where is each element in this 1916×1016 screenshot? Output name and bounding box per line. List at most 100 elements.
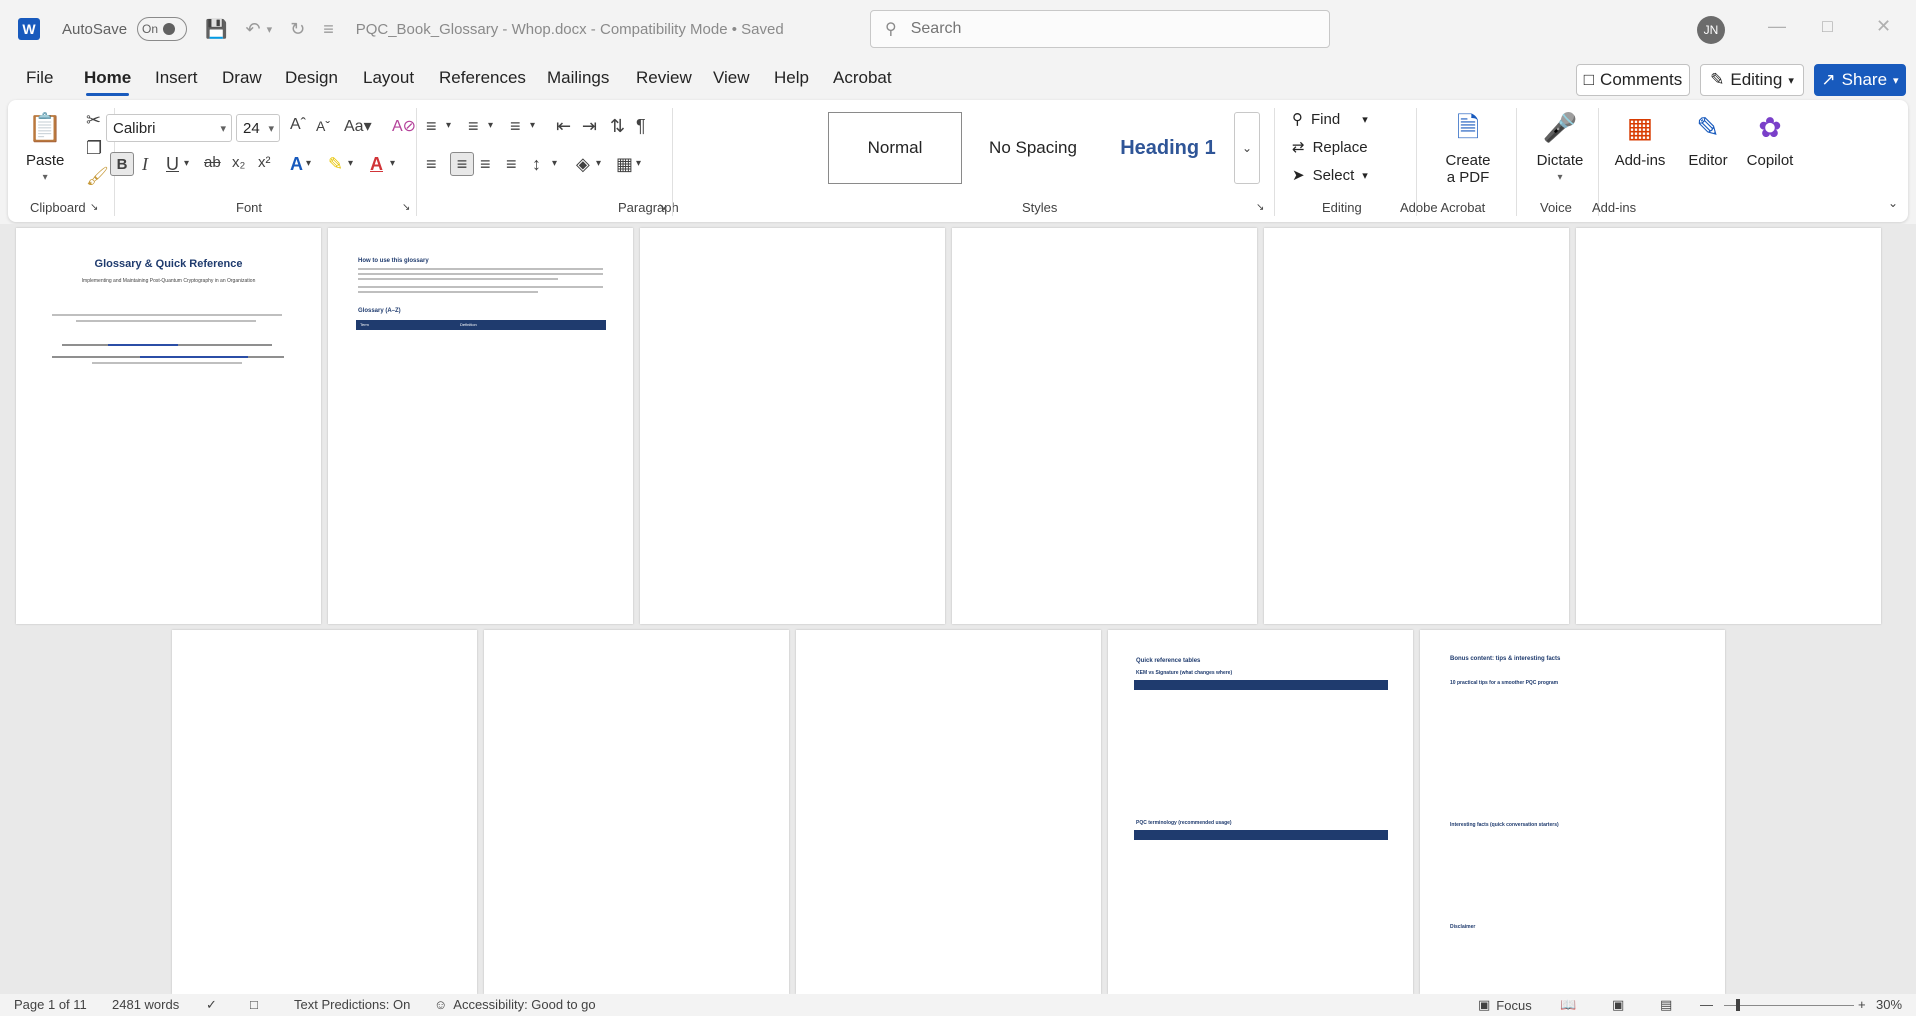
tab-draw[interactable]: Draw xyxy=(222,68,262,88)
paste-button[interactable]: 📋 Paste ▾ xyxy=(26,108,64,186)
chevron-down-icon[interactable]: ▾ xyxy=(306,158,311,169)
proofing-icon[interactable]: ✓ xyxy=(206,997,217,1013)
tab-references[interactable]: References xyxy=(439,68,526,88)
tab-design[interactable]: Design xyxy=(285,68,338,88)
chevron-down-icon[interactable]: ▾ xyxy=(530,120,535,131)
addins-button[interactable]: ▦ Add-ins xyxy=(1604,108,1676,169)
change-case-icon[interactable]: Aa▾ xyxy=(344,116,372,136)
document-canvas[interactable]: Glossary & Quick Reference Implementing … xyxy=(0,224,1916,994)
redo-icon[interactable]: ↻ xyxy=(290,19,305,40)
align-right-icon[interactable]: ≡ xyxy=(480,154,491,175)
copilot-button[interactable]: ✿ Copilot xyxy=(1738,108,1802,169)
autosave-toggle[interactable]: On xyxy=(137,17,188,41)
tab-help[interactable]: Help xyxy=(774,68,809,88)
editing-mode-button[interactable]: ✎ Editing ▾ xyxy=(1700,64,1804,96)
tab-review[interactable]: Review xyxy=(636,68,692,88)
chevron-down-icon[interactable]: ▾ xyxy=(636,158,641,169)
decrease-indent-icon[interactable]: ⇤ xyxy=(556,116,571,137)
tab-insert[interactable]: Insert xyxy=(155,68,198,88)
zoom-slider[interactable] xyxy=(1724,1005,1854,1006)
customize-toolbar-icon[interactable]: ≡ xyxy=(323,19,334,40)
align-center-icon[interactable]: ≡ xyxy=(450,152,474,176)
page-5[interactable] xyxy=(1264,228,1569,624)
chevron-down-icon[interactable]: ▾ xyxy=(552,158,557,169)
format-painter-icon[interactable]: 🖌 xyxy=(86,166,109,187)
text-predictions-status[interactable]: Text Predictions: On xyxy=(294,997,410,1012)
zoom-out-icon[interactable]: — xyxy=(1700,997,1713,1012)
page-6[interactable] xyxy=(1576,228,1881,624)
clipboard-launcher-icon[interactable]: ↘ xyxy=(90,202,98,213)
tab-home[interactable]: Home xyxy=(84,68,131,96)
page-7[interactable] xyxy=(172,630,477,994)
styles-launcher-icon[interactable]: ↘ xyxy=(1256,202,1264,213)
page-9[interactable] xyxy=(796,630,1101,994)
borders-icon[interactable]: ▦ xyxy=(616,154,633,175)
cut-icon[interactable]: ✂ xyxy=(86,110,101,131)
styles-gallery-expand-icon[interactable]: ⌄ xyxy=(1234,112,1260,184)
page-1[interactable]: Glossary & Quick Reference Implementing … xyxy=(16,228,321,624)
copy-icon[interactable]: ❐ xyxy=(86,138,102,159)
focus-button[interactable]: ▣ Focus xyxy=(1478,997,1532,1013)
style-no-spacing[interactable]: No Spacing xyxy=(966,112,1100,184)
page-3[interactable] xyxy=(640,228,945,624)
style-normal[interactable]: Normal xyxy=(828,112,962,184)
undo-icon[interactable]: ↶ xyxy=(245,19,260,40)
tab-file[interactable]: File xyxy=(26,68,53,88)
tab-acrobat[interactable]: Acrobat xyxy=(833,68,892,88)
zoom-slider-thumb[interactable] xyxy=(1736,999,1740,1011)
bullets-icon[interactable]: ≡ xyxy=(426,116,437,137)
tab-view[interactable]: View xyxy=(713,68,750,88)
minimize-icon[interactable]: — xyxy=(1768,16,1786,37)
page-4[interactable] xyxy=(952,228,1257,624)
share-button[interactable]: ↗ Share ▾ xyxy=(1814,64,1906,96)
create-pdf-button[interactable]: 🗎 Create a PDF xyxy=(1430,108,1506,186)
show-formatting-icon[interactable]: ¶ xyxy=(636,116,646,137)
comments-button[interactable]: □ Comments xyxy=(1576,64,1690,96)
page-11[interactable]: Bonus content: tips & interesting facts … xyxy=(1420,630,1725,994)
editor-button[interactable]: ✎ Editor xyxy=(1678,108,1738,169)
close-icon[interactable]: ✕ xyxy=(1876,16,1891,37)
collapse-ribbon-icon[interactable]: ⌄ xyxy=(1888,196,1898,210)
justify-icon[interactable]: ≡ xyxy=(506,154,517,175)
avatar[interactable]: JN xyxy=(1697,16,1725,44)
strikethrough-icon[interactable]: ab xyxy=(204,154,221,171)
bold-icon[interactable]: B xyxy=(110,152,134,176)
web-layout-icon[interactable]: ▤ xyxy=(1660,997,1672,1013)
chevron-down-icon[interactable]: ▾ xyxy=(596,158,601,169)
paragraph-launcher-icon[interactable]: ↘ xyxy=(658,202,666,213)
superscript-icon[interactable]: x² xyxy=(258,154,271,171)
clear-formatting-icon[interactable]: A⊘ xyxy=(392,116,416,136)
word-app-icon[interactable]: W xyxy=(18,18,40,40)
subscript-icon[interactable]: x₂ xyxy=(232,154,245,171)
zoom-level[interactable]: 30% xyxy=(1876,997,1902,1012)
accessibility-status[interactable]: ☺ Accessibility: Good to go xyxy=(434,997,596,1012)
page-10[interactable]: Quick reference tables KEM vs Signature … xyxy=(1108,630,1413,994)
text-effects-icon[interactable]: A xyxy=(290,154,303,175)
shrink-font-icon[interactable]: Aˇ xyxy=(316,118,330,134)
maximize-icon[interactable]: □ xyxy=(1822,16,1833,37)
font-color-icon[interactable]: A xyxy=(370,154,383,175)
select-button[interactable]: ➤ Select ▾ xyxy=(1292,166,1368,185)
sort-icon[interactable]: ⇅ xyxy=(610,116,625,137)
save-icon[interactable]: 💾 xyxy=(205,19,227,40)
shading-icon[interactable]: ◈ xyxy=(576,154,590,175)
word-count[interactable]: 2481 words xyxy=(112,997,179,1012)
search-box[interactable]: ⚲ xyxy=(870,10,1330,48)
undo-dropdown-icon[interactable]: ▾ xyxy=(267,23,273,36)
tab-mailings[interactable]: Mailings xyxy=(547,68,609,88)
increase-indent-icon[interactable]: ⇥ xyxy=(582,116,597,137)
font-size-select[interactable]: 24 ▾ xyxy=(236,114,280,142)
find-button[interactable]: ⚲ Find ▾ xyxy=(1292,110,1368,129)
numbering-icon[interactable]: ≡ xyxy=(468,116,479,137)
tab-layout[interactable]: Layout xyxy=(363,68,414,88)
font-launcher-icon[interactable]: ↘ xyxy=(402,202,410,213)
page-2[interactable]: How to use this glossary Glossary (A–Z) … xyxy=(328,228,633,624)
underline-icon[interactable]: U xyxy=(166,154,179,175)
chevron-down-icon[interactable]: ▾ xyxy=(184,158,189,169)
zoom-in-icon[interactable]: + xyxy=(1858,997,1866,1012)
search-input[interactable] xyxy=(910,20,1291,38)
chevron-down-icon[interactable]: ▾ xyxy=(446,120,451,131)
read-mode-icon[interactable]: 📖 xyxy=(1560,997,1576,1013)
grow-font-icon[interactable]: Aˆ xyxy=(290,116,306,134)
italic-icon[interactable]: I xyxy=(142,154,148,175)
